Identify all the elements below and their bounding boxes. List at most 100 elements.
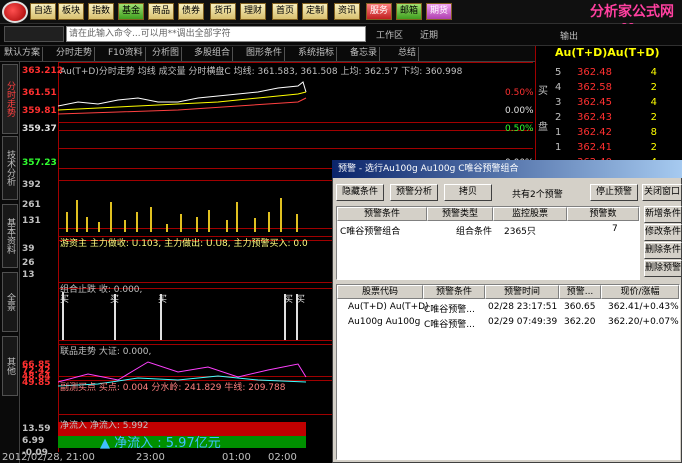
left-tab-0[interactable]: 分时走势 bbox=[2, 64, 18, 134]
toolbar-button-3[interactable]: 基金 bbox=[118, 3, 144, 20]
condition-header[interactable]: 预警类型 bbox=[427, 207, 493, 221]
condition-cell: 组合条件 bbox=[456, 227, 493, 237]
price-axis-label: 363.212 bbox=[22, 66, 63, 76]
toolbar-button-4[interactable]: 商品 bbox=[148, 3, 174, 20]
price-axis-label: 26 bbox=[22, 258, 35, 268]
left-tab-3[interactable]: 全景 bbox=[2, 272, 18, 332]
buy-mark: 买 bbox=[284, 295, 294, 305]
alert-header[interactable]: 预警时间 bbox=[485, 285, 559, 299]
toolbar-button-7[interactable]: 理财 bbox=[240, 3, 266, 20]
toolbar-button-2[interactable]: 指数 bbox=[88, 3, 114, 20]
quote-level: 5 bbox=[555, 67, 562, 78]
volume-bars bbox=[66, 198, 298, 232]
sub4-label: 副测买点 买点: 0.004 分水岭: 241.829 牛线: 209.788 bbox=[60, 383, 286, 393]
price-axis-label: 13 bbox=[22, 270, 35, 280]
tab-1[interactable]: 分时走势 bbox=[54, 47, 96, 61]
quote-price: 362.43 bbox=[577, 112, 612, 123]
quote-volume: 4 bbox=[650, 97, 657, 108]
tab-6[interactable]: 系统指标 bbox=[296, 47, 338, 61]
side-button-2[interactable]: 删除条件 bbox=[644, 242, 682, 259]
alert-header[interactable]: 股票代码 bbox=[337, 285, 423, 299]
quote-level: 3 bbox=[555, 97, 562, 108]
side-button-1[interactable]: 修改条件 bbox=[644, 224, 682, 241]
price-axis-label: 361.51 bbox=[22, 88, 57, 98]
toolbar-button-13[interactable]: 期货 bbox=[426, 3, 452, 20]
toolbar-button-12[interactable]: 邮箱 bbox=[396, 3, 422, 20]
toolbar-button-0[interactable]: 自选 bbox=[30, 3, 56, 20]
tab-7[interactable]: 备忘录 bbox=[348, 47, 381, 61]
side-button-3[interactable]: 删除预警 bbox=[644, 260, 682, 277]
buy-signal-bars bbox=[62, 292, 298, 340]
price-axis-label: 359.37 bbox=[22, 124, 57, 134]
recent-label[interactable]: 近期 bbox=[420, 28, 438, 41]
toolbar-button-6[interactable]: 货币 bbox=[210, 3, 236, 20]
sub1-label: 游资主 主力做收: U.103, 主力做出: U.U8, 主力预警买入: 0.0 bbox=[60, 239, 308, 249]
command-input[interactable]: 请在此输入命令...可以用**调出全部字符 bbox=[66, 26, 366, 42]
quote-row[interactable]: 4 362.58 2 bbox=[555, 81, 657, 95]
alert-cell: C唯谷预警... bbox=[424, 320, 475, 330]
dialog-button-4[interactable]: 关闭窗口 bbox=[642, 184, 682, 201]
toolbar-button-1[interactable]: 板块 bbox=[58, 3, 84, 20]
alert-header[interactable]: 预警... bbox=[559, 285, 601, 299]
quote-row[interactable]: 3 362.45 4 bbox=[555, 96, 657, 110]
alert-header[interactable]: 预警条件 bbox=[423, 285, 485, 299]
quote-row[interactable]: 5 362.48 4 bbox=[555, 66, 657, 80]
quote-row[interactable]: 2 362.43 2 bbox=[555, 111, 657, 125]
dialog-button-2[interactable]: 拷贝 bbox=[444, 184, 492, 201]
left-tab-1[interactable]: 技术分析 bbox=[2, 136, 18, 200]
alert-cell: 362.20 bbox=[564, 317, 596, 327]
price-axis-label: 39 bbox=[22, 244, 35, 254]
quote-level: 2 bbox=[555, 112, 562, 123]
buy-label-1: 买 bbox=[538, 86, 548, 97]
left-tab-2[interactable]: 基本资料 bbox=[2, 204, 18, 268]
dialog-button-3[interactable]: 停止预警 bbox=[590, 184, 638, 201]
tab-0[interactable]: 默认方案 bbox=[2, 47, 44, 61]
tab-8[interactable]: 总结 bbox=[396, 47, 420, 61]
condition-cell: C唯谷预警组合 bbox=[340, 227, 401, 237]
flow-axis-label: 13.59 bbox=[22, 424, 51, 434]
left-tab-4[interactable]: 其他 bbox=[2, 336, 18, 396]
dialog-button-0[interactable]: 隐藏条件 bbox=[336, 184, 384, 201]
alert-cell: Au(T+D) Au(T+D) bbox=[348, 302, 429, 312]
workspace-label[interactable]: 工作区 bbox=[376, 28, 403, 41]
condition-header[interactable]: 预警数 bbox=[567, 207, 639, 221]
toolbar-button-5[interactable]: 债券 bbox=[178, 3, 204, 20]
price-axis-label: 357.23 bbox=[22, 158, 57, 168]
app-logo[interactable] bbox=[2, 1, 28, 23]
quote-level: 1 bbox=[555, 142, 562, 153]
side-button-0[interactable]: 新增条件 bbox=[644, 206, 682, 223]
tab-4[interactable]: 多股组合 bbox=[192, 47, 234, 61]
price-line bbox=[58, 81, 307, 107]
condition-header[interactable]: 预警条件 bbox=[337, 207, 427, 221]
toolbar-button-9[interactable]: 定制 bbox=[302, 3, 328, 20]
quote-row[interactable]: 1 362.41 2 bbox=[555, 141, 657, 155]
buy-label-2: 盘 bbox=[538, 122, 548, 133]
condition-cell: 7 bbox=[612, 224, 618, 234]
tab-2[interactable]: F10资料 bbox=[106, 47, 146, 61]
time-axis-label: 01:00 bbox=[222, 452, 251, 463]
dropdown-button[interactable] bbox=[4, 26, 64, 42]
lower-line bbox=[58, 97, 307, 115]
toolbar-button-10[interactable]: 资讯 bbox=[334, 3, 360, 20]
tab-5[interactable]: 图形条件 bbox=[244, 47, 286, 61]
alert-cell: 02/28 23:17:51 bbox=[488, 302, 558, 312]
alert-cell: C唯谷预警... bbox=[424, 305, 475, 315]
quote-price: 362.58 bbox=[577, 82, 612, 93]
time-axis-label: 23:00 bbox=[136, 452, 165, 463]
quote-price: 362.45 bbox=[577, 97, 612, 108]
dialog-button-1[interactable]: 预警分析 bbox=[390, 184, 438, 201]
alert-cell: 362.20/+0.07% bbox=[608, 317, 679, 327]
sub5-label: 净流入 净流入: 5.992 bbox=[60, 421, 149, 431]
trend-line bbox=[58, 361, 307, 383]
quote-title: Au(T+D)Au(T+D) bbox=[555, 46, 660, 59]
quote-volume: 8 bbox=[650, 127, 657, 138]
output-label[interactable]: 输出 bbox=[560, 29, 578, 42]
toolbar-button-8[interactable]: 首页 bbox=[272, 3, 298, 20]
toolbar-button-11[interactable]: 服务 bbox=[366, 3, 392, 20]
tab-3[interactable]: 分析图 bbox=[150, 47, 183, 61]
condition-header[interactable]: 监控股票 bbox=[493, 207, 567, 221]
price-axis-label: 392 bbox=[22, 180, 41, 190]
alert-header[interactable]: 现价/涨幅 bbox=[601, 285, 679, 299]
price-axis-label: 131 bbox=[22, 216, 41, 226]
quote-row[interactable]: 1 362.42 8 bbox=[555, 126, 657, 140]
